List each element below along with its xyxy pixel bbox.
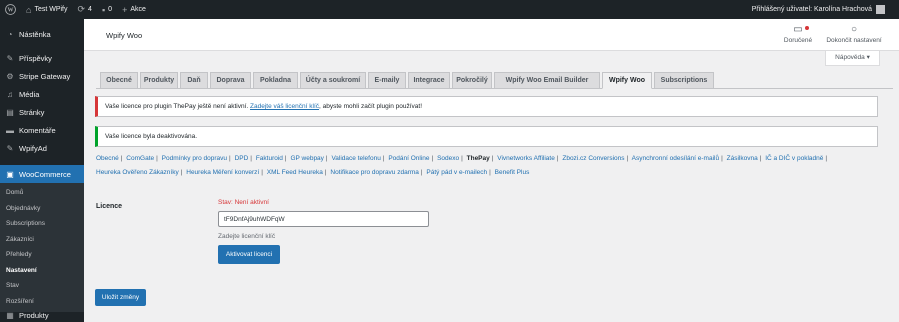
- wordpress-logo-icon[interactable]: W: [0, 0, 21, 19]
- subsection-link[interactable]: Vivnetworks Affiliate: [497, 155, 555, 162]
- page-icon: ▤: [6, 107, 14, 117]
- new-content-link[interactable]: + Akce: [117, 0, 151, 19]
- subsection-link[interactable]: Asynchronní odesílání e-mailů: [632, 155, 719, 162]
- tab-general[interactable]: Obecné: [100, 72, 138, 89]
- tab-wpify-woo[interactable]: Wpify Woo: [602, 72, 652, 89]
- inbox-icon: ▭: [793, 24, 803, 35]
- tab-wpify-woo-email-builder[interactable]: Wpify Woo Email Builder: [494, 72, 600, 89]
- subsection-link[interactable]: Sodexo: [437, 155, 459, 162]
- sidebar-item-comments[interactable]: ▬ Komentáře: [0, 121, 84, 139]
- sidebar-item-woocommerce[interactable]: ▣ WooCommerce: [0, 165, 84, 183]
- sidebar-item-products[interactable]: ▦ Produkty: [0, 306, 84, 322]
- woocommerce-icon: ▣: [6, 169, 14, 179]
- subsection-link[interactable]: GP webpay: [290, 155, 323, 162]
- admin-sidebar: ◔ Nástěnka ✎ Příspěvky ⚙ Stripe Gateway …: [0, 19, 84, 322]
- submenu-item-reports[interactable]: Přehledy: [0, 247, 84, 263]
- progress-circle-icon: ○: [850, 24, 858, 35]
- subsection-link[interactable]: Validace telefonu: [331, 155, 380, 162]
- site-name-link[interactable]: ⌂ Test WPify: [21, 0, 73, 19]
- subsection-links: Obecné | ComGate | Podmínky pro dopravu | D…: [96, 155, 828, 176]
- pin-icon: ✎: [6, 53, 14, 63]
- subsection-current[interactable]: ThePay: [467, 155, 490, 162]
- sidebar-item-media[interactable]: ♫ Média: [0, 85, 84, 103]
- tab-accounts-privacy[interactable]: Účty a soukromí: [300, 72, 366, 89]
- tab-integration[interactable]: Integrace: [408, 72, 450, 89]
- subsection-link[interactable]: Benefit Plus: [495, 169, 530, 176]
- submenu-item-settings[interactable]: Nastavení: [0, 263, 84, 279]
- enter-license-key-link[interactable]: Zadejte váš licenční klíč: [250, 103, 319, 110]
- license-description: Zadejte licenční klíč: [218, 233, 276, 240]
- comments-link[interactable]: ▪ 0: [97, 0, 117, 19]
- subsection-link[interactable]: Pátý pád v e-mailech: [426, 169, 487, 176]
- caret-down-icon: ▾: [866, 54, 870, 61]
- tab-subscriptions[interactable]: Subscriptions: [654, 72, 714, 89]
- subsection-link[interactable]: DPD: [235, 155, 249, 162]
- avatar: [876, 5, 885, 14]
- help-tab-button[interactable]: Nápověda ▾: [825, 51, 880, 66]
- sidebar-item-posts[interactable]: ✎ Příspěvky: [0, 49, 84, 67]
- license-key-input[interactable]: [218, 211, 429, 227]
- tab-shipping[interactable]: Doprava: [210, 72, 251, 89]
- my-account-link[interactable]: Přihlášený uživatel: Karolína Hrachová: [752, 5, 899, 14]
- inbox-button[interactable]: ▭ Doručené: [781, 23, 815, 44]
- sidebar-item-wpifyad[interactable]: ✎ WpifyAd: [0, 139, 84, 157]
- subsection-link[interactable]: Heureka Ověřeno Zákazníky: [96, 169, 179, 176]
- subsection-link[interactable]: Podmínky pro dopravu: [162, 155, 227, 162]
- gear-icon: ⚙: [6, 71, 14, 81]
- media-icon: ♫: [7, 89, 13, 99]
- subsection-link[interactable]: Heureka Měření konverzí: [186, 169, 259, 176]
- tab-emails[interactable]: E-maily: [368, 72, 406, 89]
- save-changes-button[interactable]: Uložit změny: [95, 289, 146, 306]
- subsection-link[interactable]: XML Feed Heureka: [267, 169, 323, 176]
- subsection-link[interactable]: Zbozi.cz Conversions: [562, 155, 624, 162]
- subsection-link[interactable]: Fakturoid: [256, 155, 283, 162]
- pin-icon: ✎: [6, 143, 14, 153]
- license-status: Stav: Není aktivní: [218, 199, 269, 206]
- activate-license-button[interactable]: Aktivovat licenci: [218, 245, 280, 264]
- woocommerce-header: Wpify Woo ▭ Doručené ○ Dokončit nastaven…: [84, 19, 899, 51]
- box-icon: ▦: [6, 310, 14, 320]
- tab-advanced[interactable]: Pokročilý: [452, 72, 492, 89]
- submenu-item-status[interactable]: Stav: [0, 278, 84, 294]
- comment-icon: ▪: [101, 4, 106, 15]
- updates-link[interactable]: ⟳ 4: [73, 0, 97, 19]
- page-title: Wpify Woo: [106, 31, 143, 40]
- submenu-item-home[interactable]: Domů: [0, 185, 84, 201]
- admin-bar: W ⌂ Test WPify ⟳ 4 ▪ 0 + Akce Přihlášený…: [0, 0, 899, 19]
- notification-dot: [805, 26, 809, 30]
- tab-tax[interactable]: Daň: [180, 72, 208, 89]
- tab-products[interactable]: Produkty: [140, 72, 178, 89]
- plus-icon: +: [122, 4, 128, 15]
- subsection-link[interactable]: Notifikace pro dopravu zdarma: [330, 169, 419, 176]
- subsection-link[interactable]: Podání Online: [388, 155, 429, 162]
- submenu-item-subscriptions[interactable]: Subscriptions: [0, 216, 84, 232]
- sidebar-item-pages[interactable]: ▤ Stránky: [0, 103, 84, 121]
- tab-checkout[interactable]: Pokladna: [253, 72, 298, 89]
- woocommerce-submenu: Domů Objednávky Subscriptions Zákazníci …: [0, 183, 84, 312]
- license-deactivated-notice: Vaše licence byla deaktivována.: [95, 126, 878, 147]
- refresh-icon: ⟳: [77, 4, 86, 14]
- svg-text:W: W: [7, 8, 13, 14]
- home-icon: ⌂: [26, 4, 32, 15]
- subsection-link[interactable]: Obecné: [96, 155, 119, 162]
- finish-setup-button[interactable]: ○ Dokončit nastavení: [823, 23, 885, 44]
- subsection-link[interactable]: IČ a DIČ v pokladně: [765, 155, 823, 162]
- sidebar-item-dashboard[interactable]: ◔ Nástěnka: [0, 25, 84, 43]
- submenu-item-orders[interactable]: Objednávky: [0, 201, 84, 217]
- comment-icon: ▬: [6, 125, 14, 135]
- sidebar-item-stripe-gateway[interactable]: ⚙ Stripe Gateway: [0, 67, 84, 85]
- subsection-link[interactable]: Zásilkovna: [727, 155, 758, 162]
- submenu-item-customers[interactable]: Zákazníci: [0, 232, 84, 248]
- settings-tabs: Obecné Produkty Daň Doprava Pokladna Účt…: [96, 72, 893, 89]
- subsection-link[interactable]: ComGate: [126, 155, 154, 162]
- license-error-notice: Vaše licence pro plugin ThePay ještě nen…: [95, 96, 878, 117]
- license-label: Licence: [96, 203, 123, 210]
- dashboard-icon: ◔: [7, 29, 13, 39]
